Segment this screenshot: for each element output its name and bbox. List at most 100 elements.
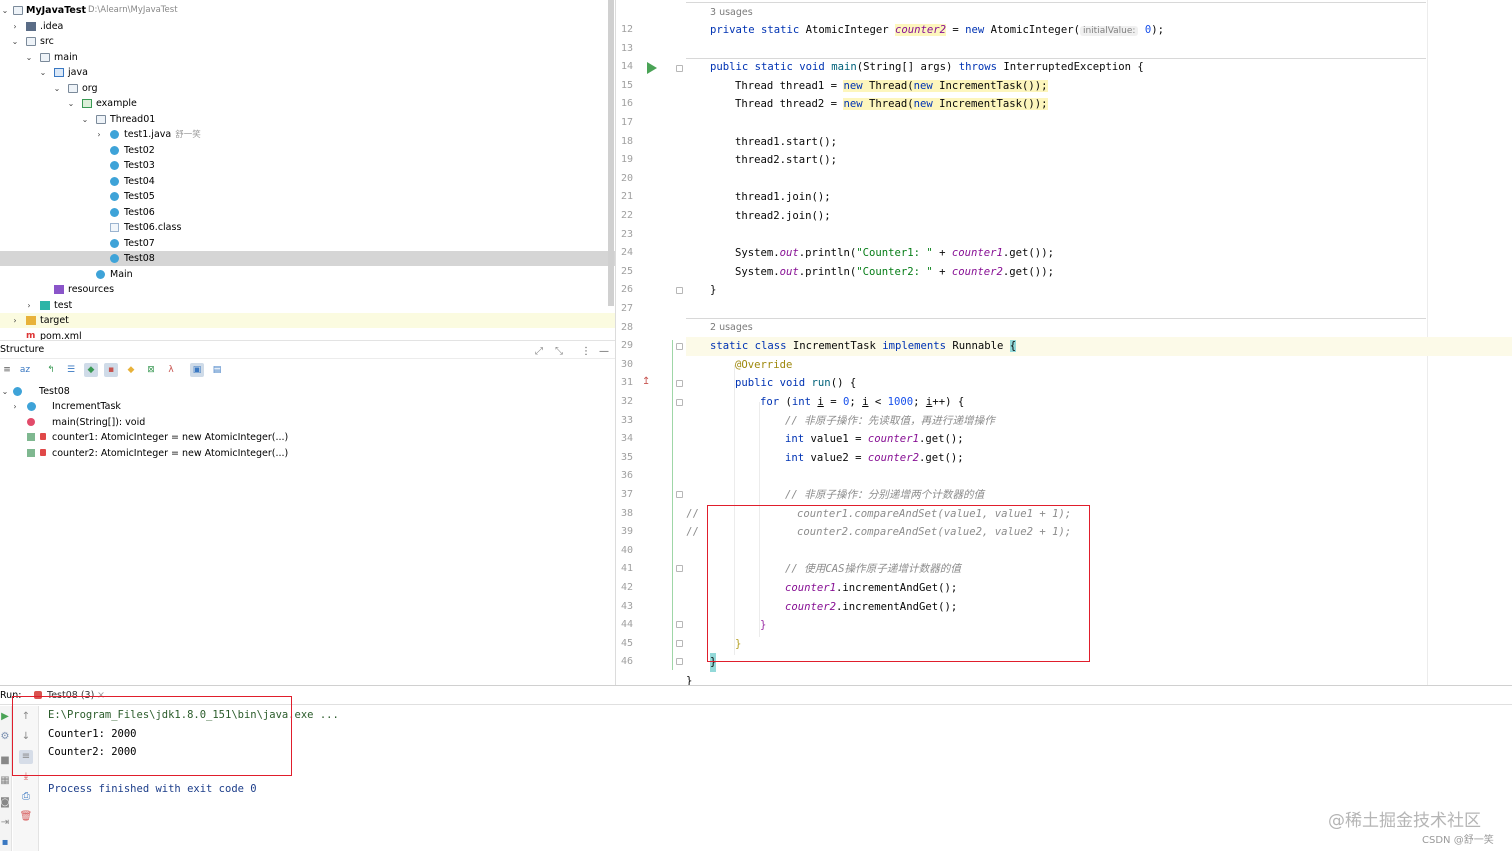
line-number: 41 [620, 563, 633, 575]
tree-root[interactable]: ⌄ MyJavaTest D:\Alearn\MyJavaTest [0, 3, 615, 18]
code-line-33: int value1 = counter1.get(); [785, 430, 964, 449]
code-editor[interactable]: 3 usages 2 usages 12 13 14 15 16 17 18 19 20 21 22… [615, 0, 1512, 686]
chevron-down-icon[interactable]: ⌄ [38, 65, 48, 80]
operator: + [932, 265, 952, 278]
camera-icon[interactable]: ◙ [0, 796, 12, 810]
chevron-down-icon[interactable]: ⌄ [24, 50, 34, 65]
autoscroll-to-source-icon[interactable]: ▣ [190, 363, 204, 377]
print-icon[interactable]: ⎙ [19, 790, 33, 804]
usages-hint[interactable]: 3 usages [710, 5, 753, 21]
fold-icon[interactable] [676, 380, 683, 387]
fold-icon[interactable] [676, 491, 683, 498]
chevron-down-icon[interactable]: ⌄ [0, 384, 10, 399]
code-line-15: Thread thread1 = new Thread(new Incremen… [735, 77, 1048, 96]
chevron-down-icon[interactable]: ⌄ [10, 34, 20, 49]
chevron-down-icon[interactable]: ⌄ [66, 96, 76, 111]
tree-item-src[interactable]: ⌄ src [0, 34, 615, 49]
tree-item-test03[interactable]: Test03 [0, 158, 615, 173]
fold-icon[interactable] [676, 287, 683, 294]
tree-item-thread01[interactable]: ⌄ Thread01 [0, 112, 615, 127]
operator: < [868, 396, 888, 408]
delete-icon[interactable]: 🗑 [19, 810, 33, 824]
show-fields-icon[interactable]: ◆ [84, 363, 98, 377]
chevron-right-icon[interactable]: › [10, 399, 20, 414]
layout-icon[interactable]: ▦ [0, 774, 12, 788]
vcs-change-marker [672, 340, 673, 670]
fold-icon[interactable] [676, 658, 683, 665]
tree-item-main[interactable]: ⌄ main [0, 50, 615, 65]
chevron-right-icon[interactable]: › [10, 19, 20, 34]
tree-item-resources[interactable]: resources [0, 282, 615, 297]
keyword: implements [882, 340, 953, 353]
java-class-icon [13, 387, 22, 396]
stop-icon[interactable]: ■ [0, 754, 12, 768]
exit-icon[interactable]: ⇥ [0, 816, 12, 830]
tree-item-test05[interactable]: Test05 [0, 189, 615, 204]
tree-item-target[interactable]: › target [0, 313, 615, 328]
fold-icon[interactable] [676, 621, 683, 628]
scrollbar-thumb[interactable] [608, 0, 614, 306]
tree-item-test08[interactable]: Test08 [0, 251, 615, 266]
tree-item-test06[interactable]: Test06 [0, 205, 615, 220]
group-icon[interactable]: ☰ [64, 363, 78, 377]
implements-method-icon[interactable]: ↥ [642, 376, 650, 387]
tree-item-pom[interactable]: m pom.xml [0, 329, 615, 340]
decl: value1 = [810, 433, 868, 446]
structure-label: IncrementTask [52, 401, 121, 412]
tree-item-test[interactable]: › test [0, 298, 615, 313]
autoscroll-from-source-icon[interactable]: ▤ [210, 363, 224, 377]
rerun-icon[interactable]: ▶ [0, 710, 12, 724]
call: Thread( [868, 79, 914, 92]
structure-label: counter1: AtomicInteger = new AtomicInte… [52, 432, 289, 443]
tree-item-example[interactable]: ⌄ example [0, 96, 615, 111]
tree-label: org [82, 83, 98, 94]
tree-item-idea[interactable]: › .idea [0, 19, 615, 34]
tree-label: Test05 [124, 191, 155, 202]
tree-label: test1.java 舒一笑 [124, 127, 201, 143]
fold-icon[interactable] [676, 565, 683, 572]
structure-header: Structure ⤢ ⤡ ⋮ — [0, 341, 615, 359]
run-icon[interactable] [647, 62, 657, 74]
tree-item-java[interactable]: ⌄ java [0, 65, 615, 80]
code-line-22: thread2.join(); [735, 210, 831, 222]
chevron-down-icon[interactable]: ⌄ [0, 3, 10, 18]
tree-item-test1[interactable]: › test1.java 舒一笑 [0, 127, 615, 142]
show-properties-icon[interactable]: ◆ [124, 363, 138, 377]
punct: ()); [1022, 79, 1048, 92]
fold-icon[interactable] [676, 65, 683, 72]
chevron-right-icon[interactable]: › [24, 298, 34, 313]
tree-item-test06-class[interactable]: Test06.class [0, 220, 615, 235]
punct: ); [1151, 24, 1164, 36]
tree-item-main-class[interactable]: Main [0, 267, 615, 282]
anonymous-classes-icon[interactable]: ⊠ [144, 363, 158, 377]
keyword: public static void [710, 61, 832, 74]
sort-icon[interactable]: ≡ [0, 363, 14, 377]
line-number: 25 [620, 265, 633, 277]
chevron-down-icon[interactable]: ⌄ [52, 81, 62, 96]
chevron-right-icon[interactable]: › [94, 127, 104, 142]
show-non-public-icon[interactable]: ▪ [104, 363, 118, 377]
matched-brace: { [1009, 340, 1017, 353]
tree-item-test02[interactable]: Test02 [0, 143, 615, 158]
chevron-right-icon[interactable]: › [10, 313, 20, 328]
fold-icon[interactable] [676, 640, 683, 647]
tree-label: src [40, 36, 54, 47]
tree-item-test04[interactable]: Test04 [0, 174, 615, 189]
keyword: int [785, 451, 811, 464]
sort-alpha-icon[interactable]: az [18, 363, 32, 377]
pin-icon[interactable]: ▪ [0, 836, 12, 850]
chevron-down-icon[interactable]: ⌄ [80, 112, 90, 127]
fold-icon[interactable] [676, 343, 683, 350]
folder-icon [54, 68, 64, 77]
lock-icon [40, 449, 46, 456]
tree-label: Main [110, 269, 133, 280]
settings-icon[interactable]: ⚙ [0, 730, 12, 744]
tree-item-test07[interactable]: Test07 [0, 236, 615, 251]
lambda-icon[interactable]: λ [164, 363, 178, 377]
line-number: 27 [620, 303, 633, 314]
tree-item-org[interactable]: ⌄ org [0, 81, 615, 96]
fold-icon[interactable] [676, 399, 683, 406]
structure-label: Test08 [39, 386, 70, 397]
inherited-icon[interactable]: ↰ [44, 363, 58, 377]
usages-hint[interactable]: 2 usages [710, 320, 753, 336]
